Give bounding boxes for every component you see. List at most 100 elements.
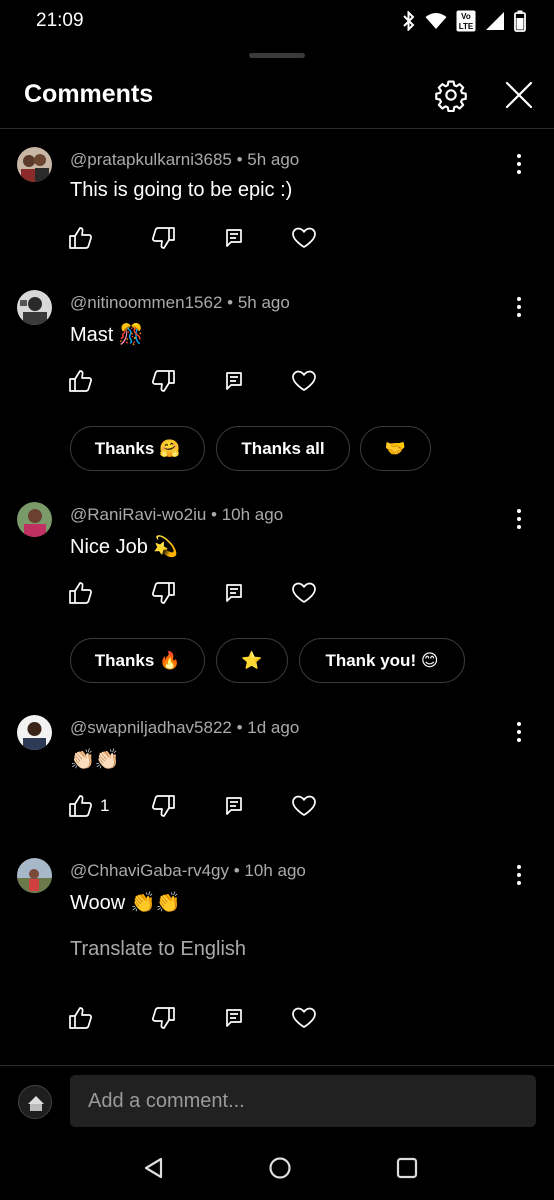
comment-author[interactable]: @pratapkulkarni3685 (70, 150, 232, 169)
svg-text:LTE: LTE (459, 22, 474, 31)
comment-age: 5h ago (247, 150, 300, 169)
comment-age: 1d ago (247, 718, 300, 737)
comment-text: Woow 👏👏 (70, 892, 181, 914)
quick-reply-chip[interactable]: 🤝 (360, 426, 431, 471)
avatar[interactable] (17, 290, 52, 325)
avatar (18, 1085, 52, 1119)
reply-button[interactable] (222, 368, 246, 394)
like-button[interactable] (68, 1005, 100, 1031)
reply-icon (226, 797, 242, 815)
quick-reply-chip[interactable]: Thanks 🤗 (70, 426, 205, 471)
sheet-drag-handle[interactable] (249, 53, 305, 58)
home-icon[interactable] (268, 1156, 292, 1180)
system-nav-bar (0, 1136, 554, 1200)
battery-icon (514, 10, 526, 32)
dislike-button[interactable] (150, 580, 176, 606)
comment-meta: @swapniljadhav5822 • 1d ago (70, 718, 300, 737)
more-options-icon[interactable] (508, 294, 530, 320)
composer-divider (0, 1065, 554, 1066)
recents-icon[interactable] (395, 1156, 419, 1180)
dislike-button[interactable] (150, 368, 176, 394)
thumbs-up-icon (69, 1007, 92, 1029)
comment-text: Nice Job 💫 (70, 536, 179, 558)
thumbs-down-icon (152, 795, 175, 817)
comment-meta: @RaniRavi-wo2iu • 10h ago (70, 505, 284, 524)
comment-author[interactable]: @ChhaviGaba-rv4gy (70, 861, 229, 880)
svg-text:Vo: Vo (461, 12, 471, 21)
comment-meta: @ChhaviGaba-rv4gy • 10h ago (70, 861, 306, 880)
close-icon[interactable] (503, 79, 535, 111)
reply-icon (226, 372, 242, 390)
heart-button[interactable] (291, 225, 317, 251)
thumbs-up-icon (69, 795, 92, 817)
heart-button[interactable] (291, 368, 317, 394)
heart-icon (292, 370, 316, 391)
more-options-icon[interactable] (508, 151, 530, 177)
dislike-button[interactable] (150, 1005, 176, 1031)
heart-icon (292, 582, 316, 603)
comments-header: Comments (0, 66, 554, 129)
gear-icon[interactable] (434, 78, 468, 112)
avatar[interactable] (17, 502, 52, 537)
heart-button[interactable] (291, 580, 317, 606)
more-options-icon[interactable] (508, 506, 530, 532)
comment-age: 10h ago (244, 861, 306, 880)
heart-icon (292, 227, 316, 248)
comment-author[interactable]: @RaniRavi-wo2iu (70, 505, 206, 524)
comment-author[interactable]: @nitinoommen1562 (70, 293, 222, 312)
comment-input[interactable] (70, 1075, 536, 1127)
reply-button[interactable] (222, 1005, 246, 1031)
quick-reply-chip[interactable]: Thank you! 😊 (299, 638, 465, 683)
reply-icon (226, 1009, 242, 1027)
signal-icon (486, 12, 504, 30)
thumbs-up-icon (69, 582, 92, 604)
status-time: 21:09 (36, 10, 84, 31)
comment-meta: @pratapkulkarni3685 • 5h ago (70, 150, 300, 169)
comment-meta: @nitinoommen1562 • 5h ago (70, 293, 290, 312)
thumbs-up-icon (69, 370, 92, 392)
thumbs-down-icon (152, 582, 175, 604)
thumbs-down-icon (152, 370, 175, 392)
reply-button[interactable] (222, 580, 246, 606)
comment-age: 10h ago (221, 505, 284, 524)
comment-age: 5h ago (237, 293, 290, 312)
comment-text: Mast 🎊 (70, 324, 144, 346)
wifi-icon (425, 13, 447, 29)
page-title: Comments (24, 80, 154, 108)
comment-composer[interactable] (70, 1075, 536, 1127)
comment-author[interactable]: @swapniljadhav5822 (70, 718, 232, 737)
thumbs-down-icon (152, 227, 175, 249)
like-button[interactable] (68, 368, 100, 394)
avatar[interactable] (17, 147, 52, 182)
thumbs-down-icon (152, 1007, 175, 1029)
back-icon[interactable] (142, 1156, 166, 1180)
reply-icon (226, 229, 242, 247)
reply-icon (226, 584, 242, 602)
reply-button[interactable] (222, 225, 246, 251)
avatar[interactable] (17, 715, 52, 750)
like-button[interactable] (68, 580, 100, 606)
heart-button[interactable] (291, 1005, 317, 1031)
more-options-icon[interactable] (508, 862, 530, 888)
reply-button[interactable] (222, 793, 246, 819)
comment-text: This is going to be epic :) (70, 179, 293, 201)
status-icons: Vo LTE (402, 10, 526, 32)
like-count: 1 (100, 796, 110, 815)
thumbs-up-icon (69, 227, 92, 249)
translate-link[interactable]: Translate to English (70, 938, 246, 961)
dislike-button[interactable] (150, 793, 176, 819)
quick-reply-chip[interactable]: Thanks 🔥 (70, 638, 205, 683)
bluetooth-icon (403, 11, 415, 31)
heart-icon (292, 795, 316, 816)
like-button[interactable]: 1 (68, 793, 109, 819)
status-bar: 21:09 Vo LTE (0, 0, 554, 44)
avatar[interactable] (17, 858, 52, 893)
quick-reply-chip[interactable]: Thanks all (216, 426, 350, 471)
like-button[interactable] (68, 225, 100, 251)
heart-button[interactable] (291, 793, 317, 819)
dislike-button[interactable] (150, 225, 176, 251)
comment-text: 👏🏻👏🏻 (70, 749, 120, 771)
more-options-icon[interactable] (508, 719, 530, 745)
heart-icon (292, 1007, 316, 1028)
quick-reply-chip[interactable]: ⭐ (216, 638, 288, 683)
